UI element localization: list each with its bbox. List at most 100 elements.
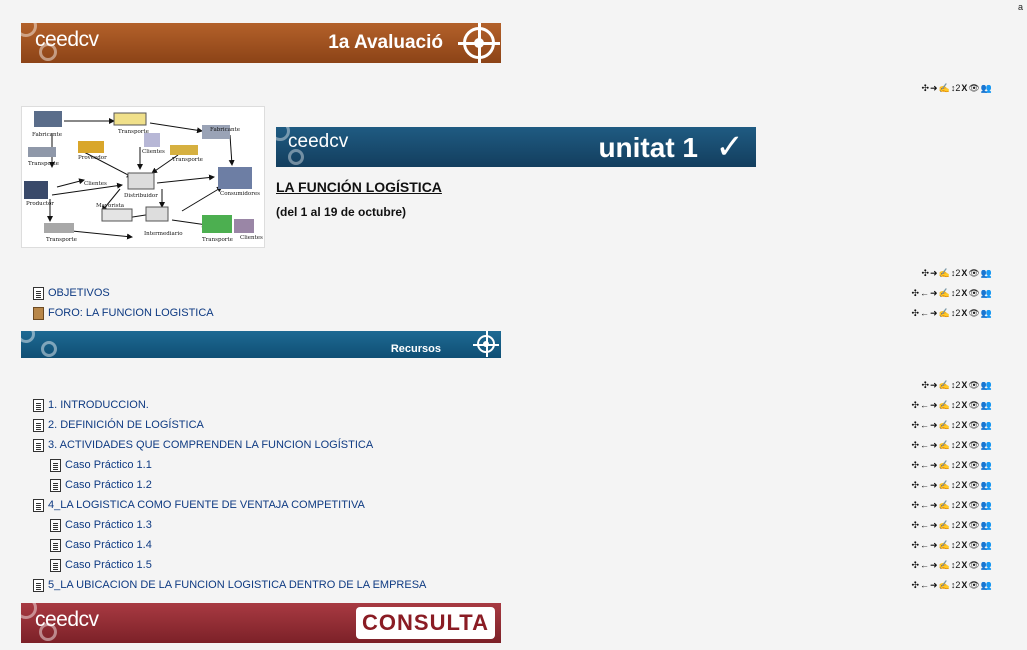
eye-icon[interactable]: 👁 xyxy=(968,287,979,299)
delete-icon[interactable]: X xyxy=(961,479,967,491)
edit-icon[interactable]: ✍ xyxy=(939,439,950,451)
left-arrow-icon[interactable]: ← xyxy=(920,519,929,531)
edit-icon[interactable]: ✍ xyxy=(939,287,950,299)
right-arrow-icon[interactable]: ➜ xyxy=(930,379,938,391)
resource-link[interactable]: Caso Práctico 1.2 xyxy=(65,479,152,491)
indent-icon[interactable]: ↕2 xyxy=(951,499,961,511)
indent-icon[interactable]: ↕2 xyxy=(951,307,961,319)
groups-icon[interactable]: 👥 xyxy=(981,419,992,431)
eye-icon[interactable]: 👁 xyxy=(968,479,979,491)
left-arrow-icon[interactable]: ← xyxy=(920,399,929,411)
resource-link[interactable]: 5_LA UBICACION DE LA FUNCION LOGISTICA D… xyxy=(48,579,426,591)
left-arrow-icon[interactable]: ← xyxy=(920,559,929,571)
eye-icon[interactable]: 👁 xyxy=(968,307,979,319)
eye-icon[interactable]: 👁 xyxy=(968,539,979,551)
right-arrow-icon[interactable]: ➜ xyxy=(930,559,938,571)
groups-icon[interactable]: 👥 xyxy=(981,439,992,451)
left-arrow-icon[interactable]: ← xyxy=(920,499,929,511)
move-icon[interactable]: ✣ xyxy=(922,379,930,391)
groups-icon[interactable]: 👥 xyxy=(981,579,992,591)
edit-icon[interactable]: ✍ xyxy=(939,399,950,411)
left-arrow-icon[interactable]: ← xyxy=(920,287,929,299)
groups-icon[interactable]: 👥 xyxy=(981,559,992,571)
left-arrow-icon[interactable]: ← xyxy=(920,479,929,491)
delete-icon[interactable]: X xyxy=(961,82,967,94)
right-arrow-icon[interactable]: ➜ xyxy=(930,399,938,411)
right-arrow-icon[interactable]: ➜ xyxy=(930,82,938,94)
move-icon[interactable]: ✣ xyxy=(912,519,920,531)
delete-icon[interactable]: X xyxy=(961,267,967,279)
groups-icon[interactable]: 👥 xyxy=(981,499,992,511)
delete-icon[interactable]: X xyxy=(961,579,967,591)
move-icon[interactable]: ✣ xyxy=(912,559,920,571)
indent-icon[interactable]: ↕2 xyxy=(951,559,961,571)
edit-icon[interactable]: ✍ xyxy=(939,459,950,471)
left-arrow-icon[interactable]: ← xyxy=(920,307,929,319)
delete-icon[interactable]: X xyxy=(961,499,967,511)
indent-icon[interactable]: ↕2 xyxy=(951,439,961,451)
indent-icon[interactable]: ↕2 xyxy=(951,459,961,471)
eye-icon[interactable]: 👁 xyxy=(968,579,979,591)
resource-link[interactable]: Caso Práctico 1.4 xyxy=(65,539,152,551)
eye-icon[interactable]: 👁 xyxy=(968,459,979,471)
groups-icon[interactable]: 👥 xyxy=(981,267,992,279)
edit-icon[interactable]: ✍ xyxy=(939,539,950,551)
resource-link[interactable]: 4_LA LOGISTICA COMO FUENTE DE VENTAJA CO… xyxy=(48,499,365,511)
left-arrow-icon[interactable]: ← xyxy=(920,579,929,591)
delete-icon[interactable]: X xyxy=(961,379,967,391)
groups-icon[interactable]: 👥 xyxy=(981,379,992,391)
right-arrow-icon[interactable]: ➜ xyxy=(930,479,938,491)
right-arrow-icon[interactable]: ➜ xyxy=(930,419,938,431)
edit-icon[interactable]: ✍ xyxy=(939,559,950,571)
delete-icon[interactable]: X xyxy=(961,459,967,471)
groups-icon[interactable]: 👥 xyxy=(981,459,992,471)
eye-icon[interactable]: 👁 xyxy=(968,559,979,571)
move-icon[interactable]: ✣ xyxy=(912,579,920,591)
eye-icon[interactable]: 👁 xyxy=(968,439,979,451)
eye-icon[interactable]: 👁 xyxy=(968,499,979,511)
eye-icon[interactable]: 👁 xyxy=(968,267,979,279)
right-arrow-icon[interactable]: ➜ xyxy=(930,459,938,471)
right-arrow-icon[interactable]: ➜ xyxy=(930,267,938,279)
delete-icon[interactable]: X xyxy=(961,307,967,319)
indent-icon[interactable]: ↕2 xyxy=(951,479,961,491)
eye-icon[interactable]: 👁 xyxy=(968,379,979,391)
groups-icon[interactable]: 👥 xyxy=(981,82,992,94)
move-icon[interactable]: ✣ xyxy=(912,287,920,299)
groups-icon[interactable]: 👥 xyxy=(981,519,992,531)
edit-icon[interactable]: ✍ xyxy=(939,499,950,511)
eye-icon[interactable]: 👁 xyxy=(968,82,979,94)
move-icon[interactable]: ✣ xyxy=(912,499,920,511)
resource-link[interactable]: 1. INTRODUCCION. xyxy=(48,399,149,411)
right-arrow-icon[interactable]: ➜ xyxy=(930,307,938,319)
left-arrow-icon[interactable]: ← xyxy=(920,419,929,431)
right-arrow-icon[interactable]: ➜ xyxy=(930,579,938,591)
move-icon[interactable]: ✣ xyxy=(912,539,920,551)
delete-icon[interactable]: X xyxy=(961,287,967,299)
delete-icon[interactable]: X xyxy=(961,539,967,551)
move-icon[interactable]: ✣ xyxy=(912,307,920,319)
indent-icon[interactable]: ↕2 xyxy=(951,399,961,411)
edit-icon[interactable]: ✍ xyxy=(939,479,950,491)
move-icon[interactable]: ✣ xyxy=(912,439,920,451)
indent-icon[interactable]: ↕2 xyxy=(951,287,961,299)
eye-icon[interactable]: 👁 xyxy=(968,419,979,431)
forum-link[interactable]: FORO: LA FUNCION LOGISTICA xyxy=(48,307,214,319)
move-icon[interactable]: ✣ xyxy=(922,267,930,279)
move-icon[interactable]: ✣ xyxy=(912,399,920,411)
groups-icon[interactable]: 👥 xyxy=(981,539,992,551)
right-arrow-icon[interactable]: ➜ xyxy=(930,519,938,531)
indent-icon[interactable]: ↕2 xyxy=(951,379,961,391)
eye-icon[interactable]: 👁 xyxy=(968,399,979,411)
resource-link[interactable]: Caso Práctico 1.1 xyxy=(65,459,152,471)
groups-icon[interactable]: 👥 xyxy=(981,399,992,411)
edit-icon[interactable]: ✍ xyxy=(939,519,950,531)
indent-icon[interactable]: ↕2 xyxy=(951,519,961,531)
indent-icon[interactable]: ↕2 xyxy=(951,579,961,591)
right-arrow-icon[interactable]: ➜ xyxy=(930,539,938,551)
delete-icon[interactable]: X xyxy=(961,399,967,411)
groups-icon[interactable]: 👥 xyxy=(981,287,992,299)
delete-icon[interactable]: X xyxy=(961,439,967,451)
right-arrow-icon[interactable]: ➜ xyxy=(930,499,938,511)
edit-icon[interactable]: ✍ xyxy=(939,82,950,94)
